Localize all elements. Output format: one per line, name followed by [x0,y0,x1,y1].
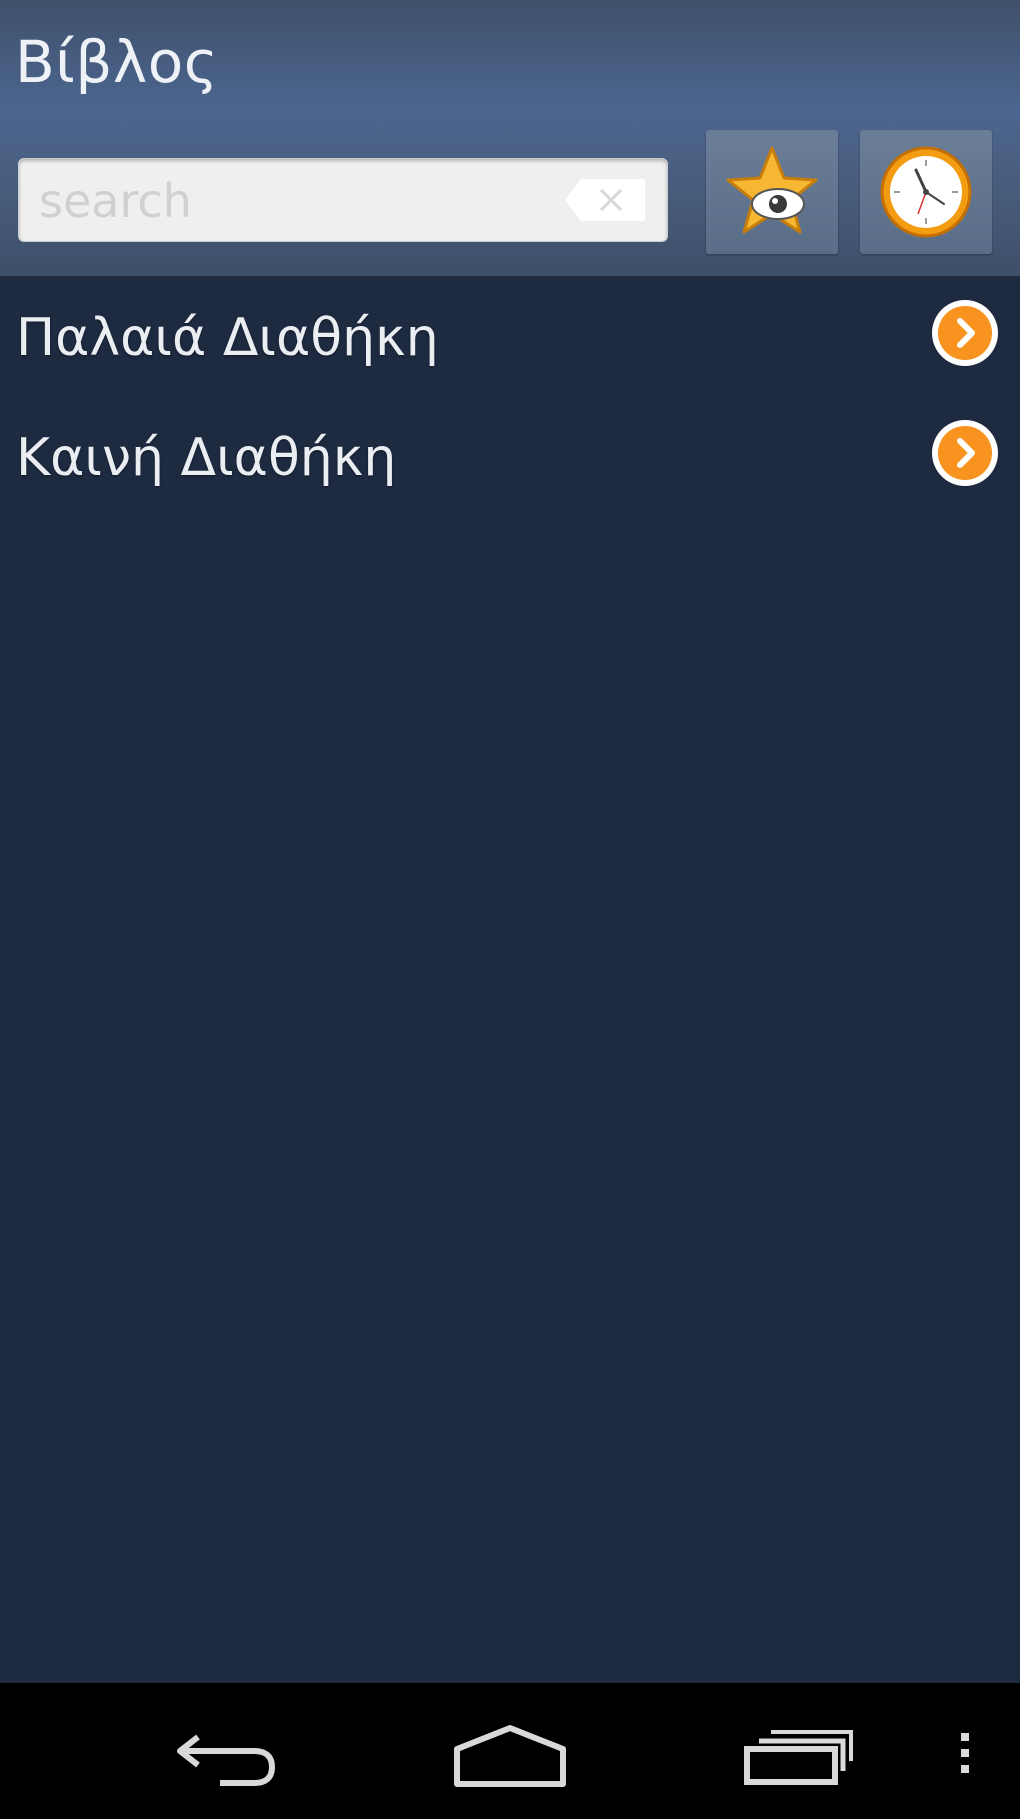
overflow-menu-icon [961,1733,969,1773]
list-item-new-testament[interactable]: Καινή Διαθήκη [0,396,1020,516]
search-box[interactable] [18,158,668,243]
overflow-menu-button[interactable] [945,1683,985,1819]
history-button[interactable] [860,130,992,254]
chevron-right-circle-icon [932,300,998,366]
star-eye-icon [726,146,818,234]
search-input[interactable] [37,159,571,243]
list-item-old-testament[interactable]: Παλαιά Διαθήκη [0,276,1020,396]
app-header: Βίβλος [0,0,1020,276]
list-item-label: Παλαιά Διαθήκη [16,308,439,368]
system-navigation-bar [0,1683,1020,1819]
chevron-right-circle-icon [932,420,998,486]
recents-icon [744,1730,853,1785]
back-button[interactable] [160,1683,290,1819]
app-title: Βίβλος [15,28,219,96]
home-button[interactable] [445,1683,575,1819]
favorites-button[interactable] [706,130,838,254]
list-item-label: Καινή Διαθήκη [16,428,397,488]
back-icon [177,1734,276,1786]
recents-button[interactable] [735,1683,865,1819]
clear-search-icon[interactable] [563,177,647,223]
home-icon [454,1725,566,1787]
app-screen: Βίβλος search Παλαιά Διαθήκη Καινή Διαθή… [0,0,1020,1819]
clock-icon [880,146,972,238]
testament-list: Παλαιά Διαθήκη Καινή Διαθήκη [0,276,1020,516]
